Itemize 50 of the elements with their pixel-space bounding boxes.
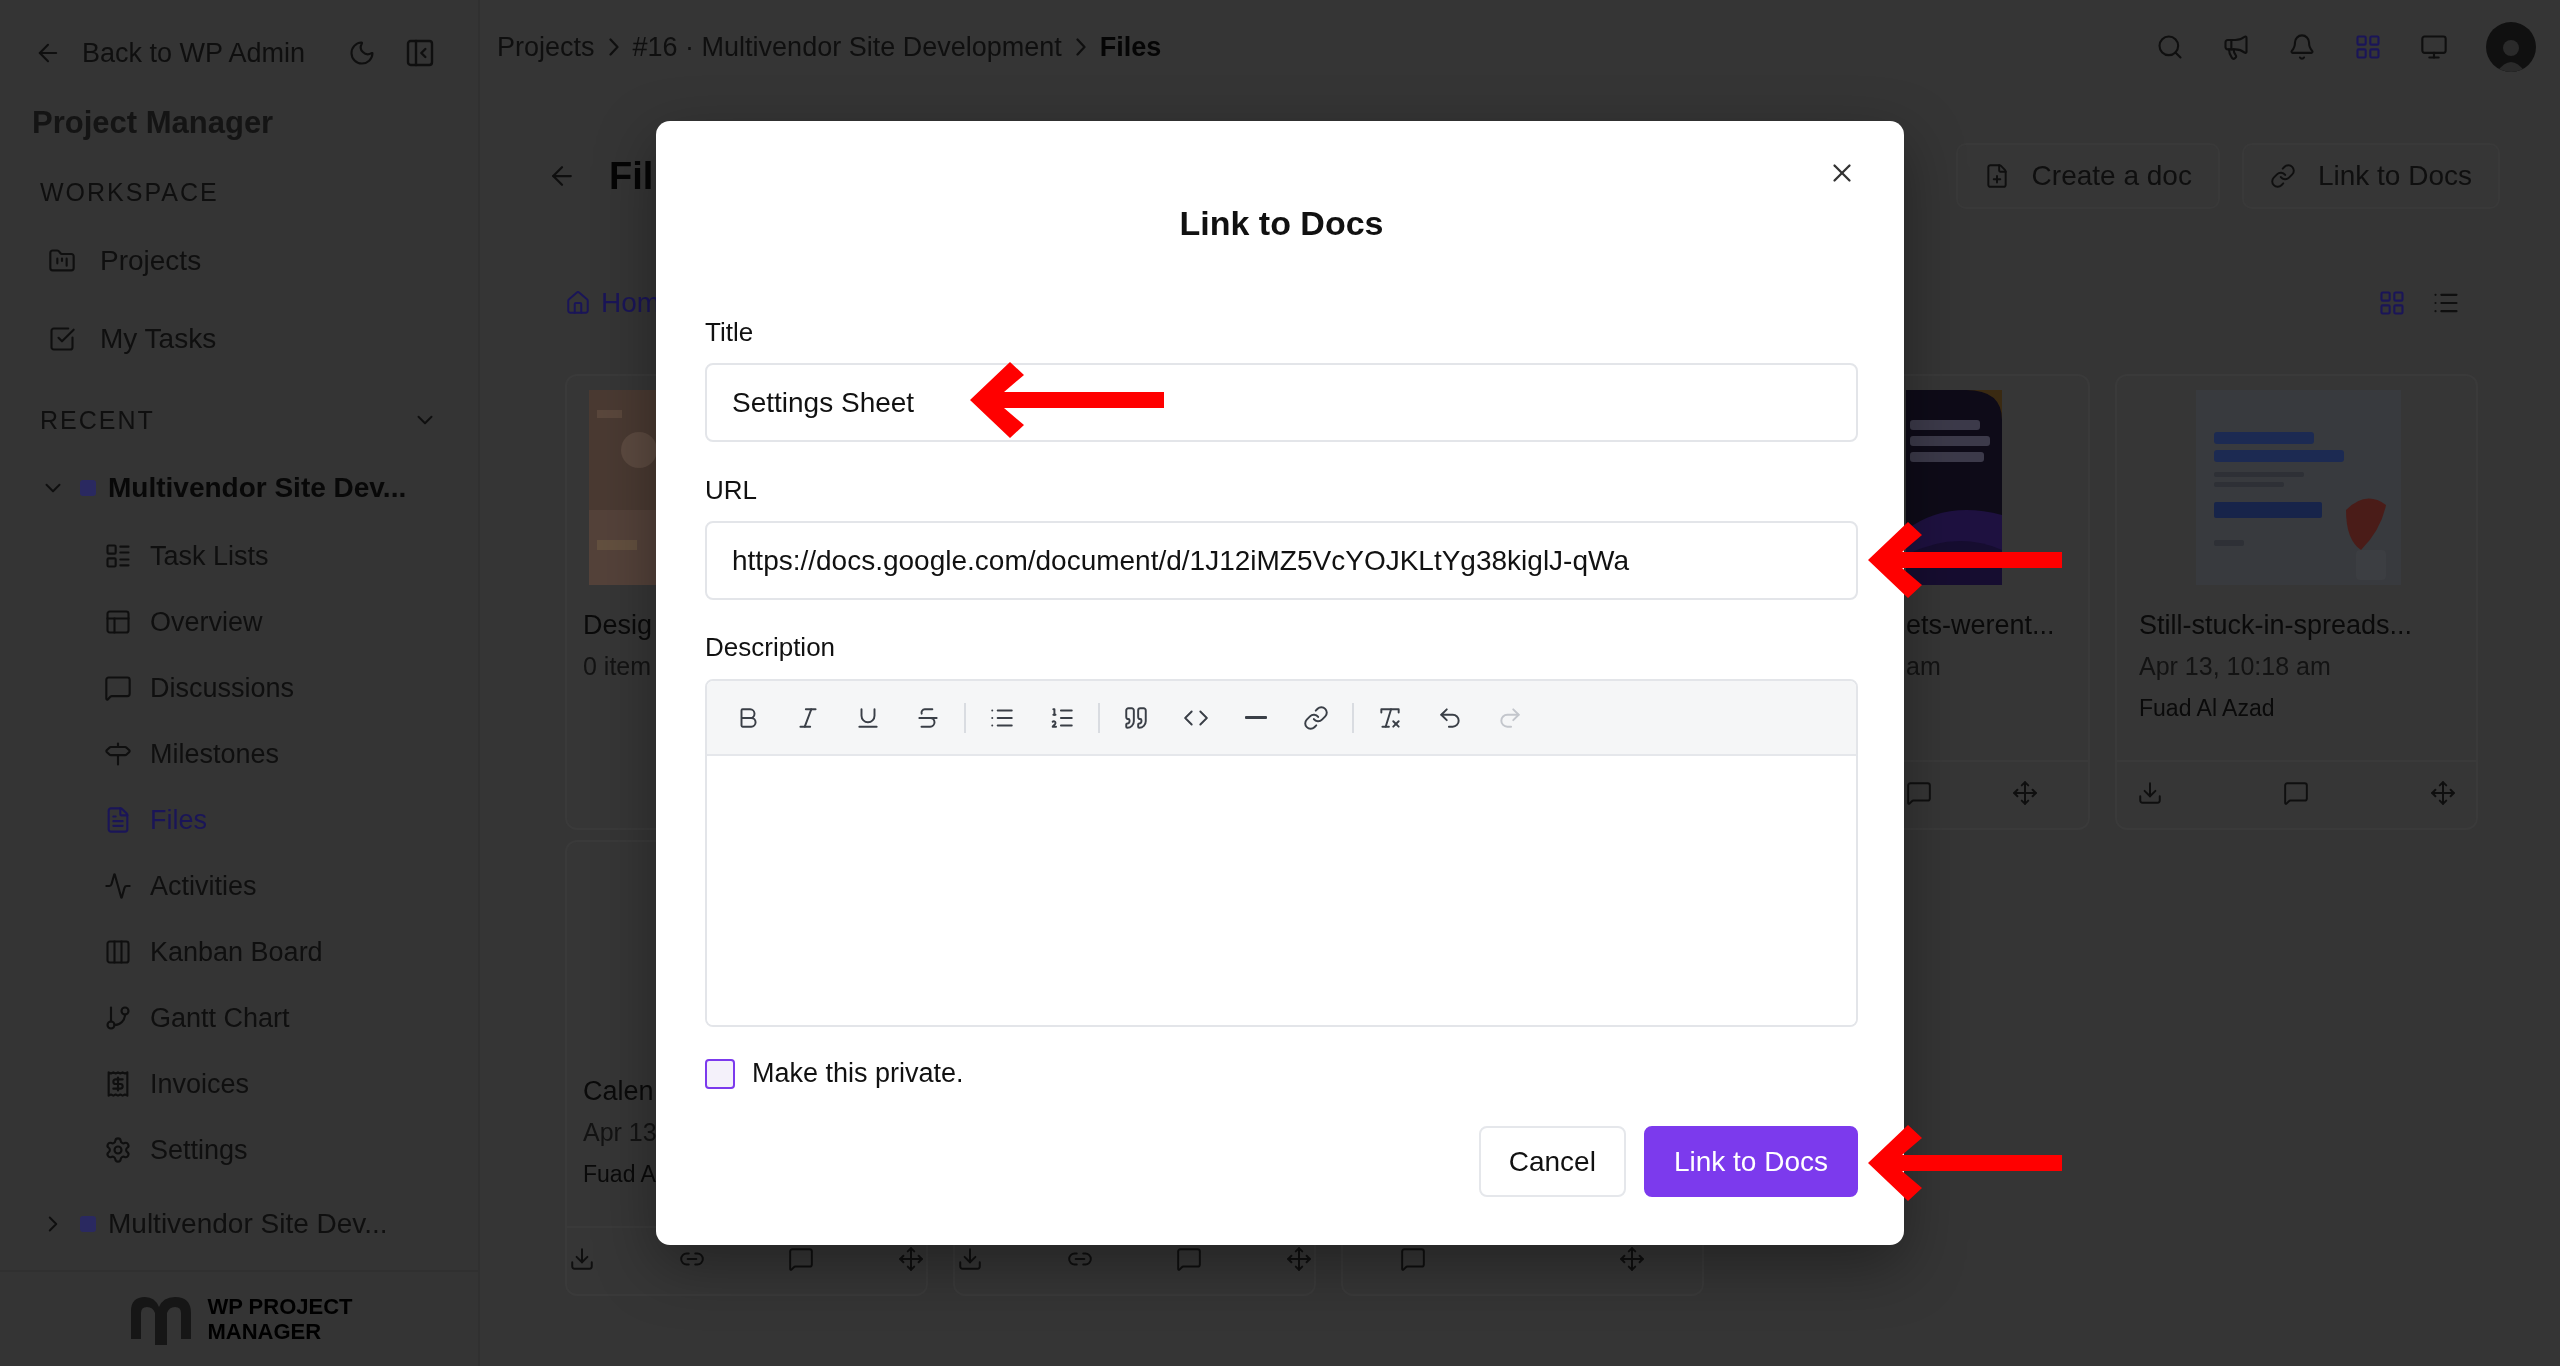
checkbox-label: Make this private. bbox=[752, 1058, 964, 1089]
bell-icon[interactable] bbox=[2288, 33, 2316, 61]
checkbox-icon bbox=[48, 325, 76, 353]
comment-icon[interactable] bbox=[2283, 780, 2310, 806]
chevron-right-icon bbox=[1075, 38, 1086, 56]
moon-icon[interactable] bbox=[348, 39, 376, 67]
horizontal-rule-icon bbox=[1245, 716, 1267, 719]
field-label: Description bbox=[705, 631, 837, 664]
download-icon[interactable] bbox=[2137, 780, 2164, 806]
link-icon bbox=[1303, 704, 1329, 731]
megaphone-icon[interactable] bbox=[2222, 33, 2250, 61]
move-icon[interactable] bbox=[1286, 1246, 1313, 1272]
field-label: URL bbox=[705, 474, 758, 507]
comment-icon[interactable] bbox=[1906, 780, 1932, 806]
checkbox[interactable] bbox=[705, 1058, 735, 1089]
cancel-button[interactable]: Cancel bbox=[1478, 1126, 1626, 1197]
list-icon bbox=[104, 542, 132, 570]
move-icon[interactable] bbox=[2429, 780, 2456, 806]
chat-bubble-icon bbox=[104, 674, 132, 702]
collapse-sidebar-icon[interactable] bbox=[404, 37, 436, 69]
dialog-title: Link to Docs bbox=[1178, 203, 1385, 244]
project-color-square bbox=[80, 1216, 96, 1232]
move-icon[interactable] bbox=[898, 1246, 925, 1272]
comment-icon[interactable] bbox=[1176, 1246, 1203, 1272]
layout-icon bbox=[104, 608, 132, 636]
branch-icon bbox=[104, 1004, 132, 1032]
download-icon[interactable] bbox=[568, 1246, 595, 1272]
grid-view-icon bbox=[2378, 289, 2406, 317]
move-icon[interactable] bbox=[2012, 780, 2038, 806]
chevron-right-icon bbox=[608, 38, 619, 56]
input-field[interactable]: Settings Sheet bbox=[705, 363, 1858, 442]
submit-button[interactable]: Link to Docs bbox=[1643, 1126, 1858, 1197]
quote-icon bbox=[1123, 704, 1149, 731]
signpost-icon bbox=[104, 740, 132, 768]
download-icon[interactable] bbox=[956, 1246, 983, 1272]
monitor-icon[interactable] bbox=[2420, 33, 2448, 61]
comment-icon[interactable] bbox=[788, 1246, 815, 1272]
home-icon bbox=[565, 290, 591, 316]
grid-icon[interactable] bbox=[2354, 33, 2382, 61]
link-icon bbox=[2269, 163, 2296, 189]
search-icon[interactable] bbox=[2156, 33, 2184, 61]
comment-icon[interactable] bbox=[1399, 1246, 1426, 1272]
move-icon[interactable] bbox=[1619, 1246, 1646, 1272]
pulse-icon bbox=[104, 872, 132, 900]
columns-icon bbox=[104, 938, 132, 966]
avatar[interactable] bbox=[2486, 22, 2536, 72]
project-color-square bbox=[80, 480, 96, 496]
gear-icon bbox=[104, 1136, 132, 1164]
field-label: Title bbox=[705, 316, 755, 349]
input-field[interactable]: https://docs.google.com/document/d/1J12iMZ5VcYOJKLtYg38kiglJ-qWa bbox=[705, 521, 1858, 600]
